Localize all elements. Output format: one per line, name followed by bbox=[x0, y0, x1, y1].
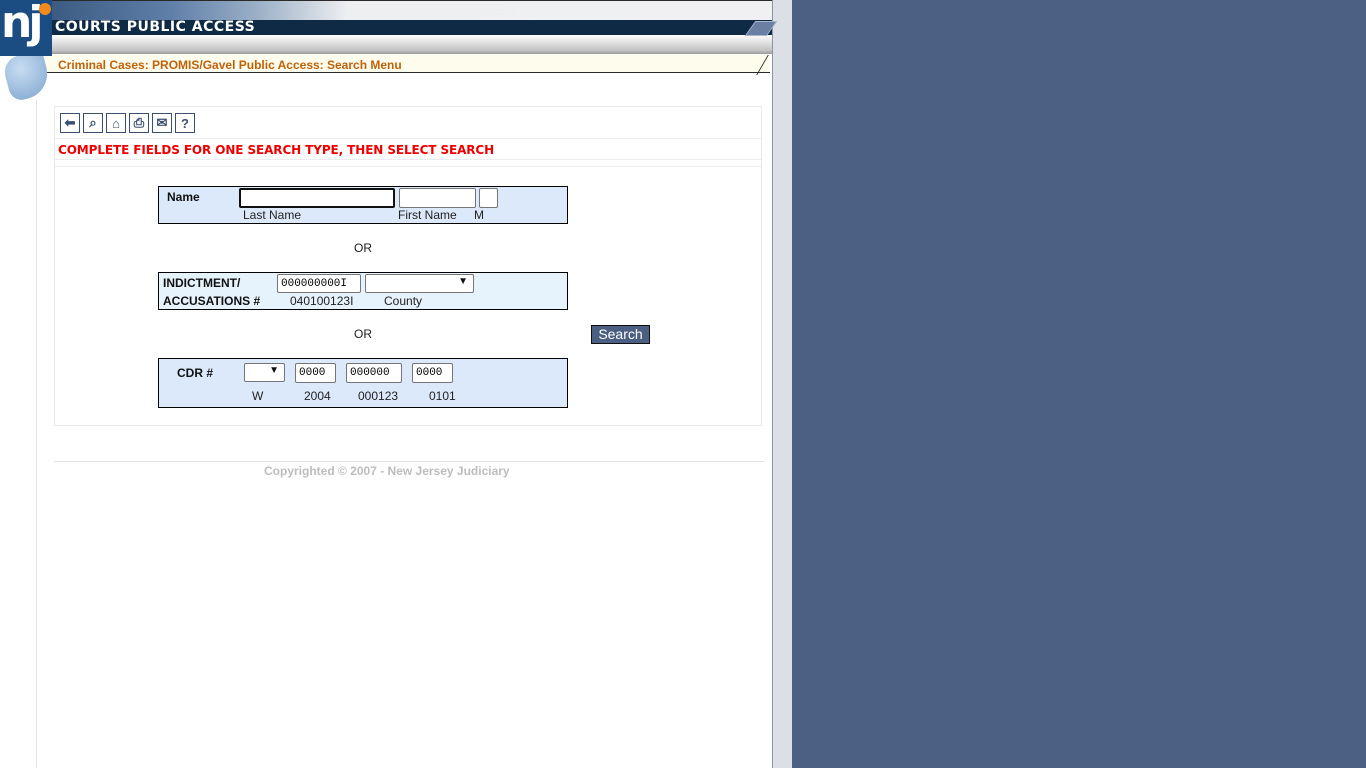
county-caption: County bbox=[384, 294, 423, 308]
first-name-input[interactable] bbox=[399, 188, 476, 208]
divider bbox=[55, 166, 761, 167]
help-icon[interactable]: ? bbox=[175, 113, 195, 133]
cdr-type-select[interactable]: ▼ bbox=[244, 363, 285, 382]
cdr-sequence-caption: 000123 bbox=[358, 389, 399, 403]
toolbar: ⬅ ⌕ ⌂ ⎙ ✉ ? bbox=[60, 113, 195, 133]
site-title: COURTS PUBLIC ACCESS bbox=[55, 19, 256, 35]
cdr-sequence-input[interactable] bbox=[346, 363, 402, 383]
or-separator: OR bbox=[354, 327, 372, 341]
search-zoom-icon[interactable]: ⌕ bbox=[83, 113, 103, 133]
indictment-label: INDICTMENT/ bbox=[163, 276, 241, 290]
page-gutter bbox=[773, 0, 792, 768]
cdr-suffix-caption: 0101 bbox=[429, 389, 456, 403]
email-icon[interactable]: ✉ bbox=[152, 113, 172, 133]
county-select[interactable]: ▼ bbox=[365, 274, 474, 293]
last-name-caption: Last Name bbox=[243, 208, 302, 222]
header-banner-image bbox=[0, 0, 772, 21]
chevron-down-icon: ▼ bbox=[458, 276, 468, 287]
cdr-suffix-input[interactable] bbox=[412, 363, 453, 383]
name-label: Name bbox=[167, 190, 200, 204]
first-name-caption: First Name bbox=[398, 208, 457, 222]
footer-divider bbox=[54, 461, 764, 462]
cdr-type-caption: W bbox=[252, 389, 264, 403]
instruction-text: COMPLETE FIELDS FOR ONE SEARCH TYPE, THE… bbox=[58, 143, 495, 157]
logo-dot-icon bbox=[39, 3, 51, 15]
chevron-down-icon: ▼ bbox=[269, 365, 279, 376]
nj-logo-text: nj bbox=[1, 0, 43, 48]
back-arrow-icon[interactable]: ⬅ bbox=[60, 113, 80, 133]
indictment-number-caption: 040100123I bbox=[290, 294, 354, 308]
divider bbox=[55, 159, 761, 160]
cdr-year-caption: 2004 bbox=[304, 389, 331, 403]
last-name-input[interactable] bbox=[239, 188, 395, 208]
header-gradient bbox=[0, 35, 772, 54]
browser-background bbox=[792, 0, 1366, 768]
cdr-year-input[interactable] bbox=[295, 363, 336, 383]
middle-initial-caption: M bbox=[474, 208, 484, 222]
divider bbox=[55, 138, 761, 139]
breadcrumb: Criminal Cases: PROMIS/Gavel Public Acce… bbox=[58, 58, 402, 72]
middle-initial-input[interactable] bbox=[479, 188, 498, 208]
search-button[interactable]: Search bbox=[591, 325, 650, 344]
or-separator: OR bbox=[354, 241, 372, 255]
home-icon[interactable]: ⌂ bbox=[106, 113, 126, 133]
print-icon[interactable]: ⎙ bbox=[129, 113, 149, 133]
left-divider bbox=[36, 100, 37, 768]
indictment-number-input[interactable] bbox=[277, 274, 361, 293]
cdr-label: CDR # bbox=[177, 366, 214, 380]
copyright-text: Copyrighted © 2007 - New Jersey Judiciar… bbox=[264, 464, 510, 478]
accusations-label: ACCUSATIONS # bbox=[163, 294, 261, 308]
